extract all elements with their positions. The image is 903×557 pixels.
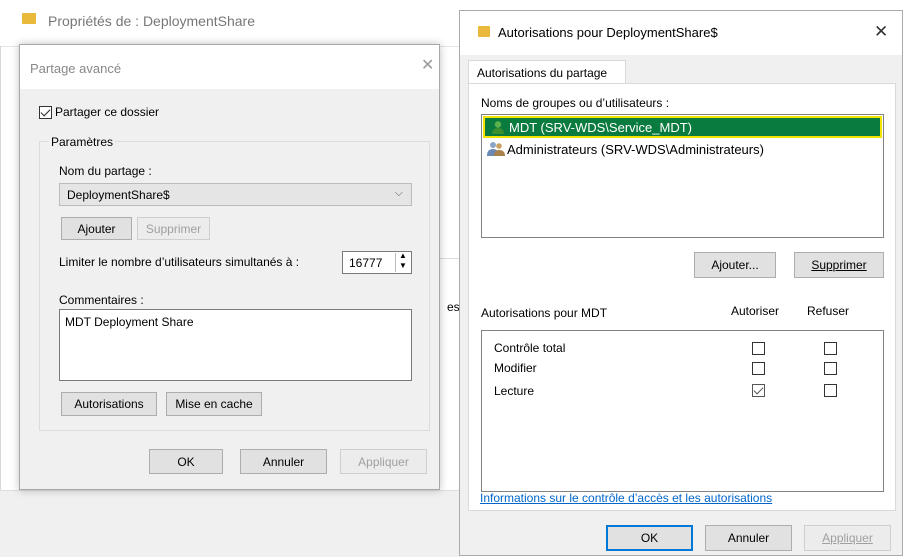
chevron-down-icon: ⌵ — [394, 187, 403, 199]
folder-icon — [478, 26, 490, 37]
bottom-area — [0, 490, 460, 557]
close-icon[interactable]: ✕ — [874, 22, 888, 42]
apply-button[interactable]: Appliquer — [804, 525, 891, 551]
deny-checkbox[interactable] — [824, 342, 837, 355]
advanced-share-dialog: Partage avancé ✕ Partager ce dossier Par… — [19, 44, 440, 490]
principal-name: Administrateurs (SRV-WDS\Administrateurs… — [507, 142, 764, 157]
cancel-button[interactable]: Annuler — [240, 449, 327, 474]
cancel-button[interactable]: Annuler — [705, 525, 792, 551]
access-control-info-link[interactable]: Informations sur le contrôle d’accès et … — [480, 491, 772, 505]
spinner-buttons[interactable]: ▲ ▼ — [395, 251, 410, 272]
tab-share-permissions[interactable]: Autorisations du partage — [468, 60, 626, 84]
group-icon — [487, 141, 505, 156]
add-share-button[interactable]: Ajouter — [61, 217, 132, 240]
permission-name: Lecture — [494, 384, 535, 398]
folder-icon — [22, 13, 36, 24]
deny-checkbox[interactable] — [824, 384, 837, 397]
principal-row[interactable]: Administrateurs (SRV-WDS\Administrateurs… — [483, 139, 882, 159]
remove-principal-button[interactable]: Supprimer — [794, 252, 884, 278]
caching-button[interactable]: Mise en cache — [166, 392, 262, 416]
spin-up-icon[interactable]: ▲ — [399, 251, 407, 260]
user-limit-value: 16777 — [349, 256, 383, 270]
permissions-list: Contrôle total Modifier Lecture — [481, 330, 884, 492]
permission-name: Contrôle total — [494, 341, 566, 355]
share-folder-label[interactable]: Partager ce dossier — [55, 105, 159, 119]
tab-label: Autorisations du partage — [477, 66, 608, 80]
deny-header: Refuser — [807, 304, 850, 318]
tab-panel: Noms de groupes ou d’utilisateurs : MDT … — [468, 83, 896, 511]
settings-group-label: Paramètres — [49, 135, 116, 149]
ok-button[interactable]: OK — [149, 449, 223, 474]
comments-textarea[interactable]: MDT Deployment Share — [59, 309, 412, 381]
comments-label: Commentaires : — [59, 293, 144, 307]
add-principal-button[interactable]: Ajouter... — [694, 252, 776, 278]
add-principal-label: Ajouter... — [711, 258, 759, 272]
window-left-border — [0, 46, 1, 556]
dialog-title: Partage avancé — [30, 61, 122, 76]
principal-row-selected[interactable]: MDT (SRV-WDS\Service_MDT) — [483, 116, 882, 138]
principals-list[interactable]: MDT (SRV-WDS\Service_MDT) Administrateur… — [481, 114, 884, 238]
share-folder-checkbox[interactable] — [39, 106, 52, 119]
user-limit-label: Limiter le nombre d’utilisateurs simulta… — [59, 255, 300, 269]
deny-checkbox[interactable] — [824, 362, 837, 375]
close-icon[interactable]: ✕ — [421, 55, 434, 75]
remove-share-button[interactable]: Supprimer — [137, 217, 210, 240]
permission-name: Modifier — [494, 361, 537, 375]
allow-checkbox[interactable] — [752, 384, 765, 397]
user-limit-spinbox[interactable]: 16777 ▲ ▼ — [342, 251, 412, 274]
obscured-text-fragment: es — [447, 300, 460, 314]
remove-principal-label: Supprimer — [811, 258, 867, 272]
groups-label: Noms de groupes ou d’utilisateurs : — [481, 96, 670, 110]
ok-button[interactable]: OK — [606, 525, 693, 551]
share-name-select[interactable]: DeploymentShare$ ⌵ — [59, 183, 412, 206]
apply-button[interactable]: Appliquer — [340, 449, 427, 474]
apply-label: Appliquer — [822, 531, 873, 545]
allow-header: Autoriser — [731, 304, 780, 318]
share-name-label: Nom du partage : — [59, 164, 152, 178]
user-icon — [491, 120, 505, 134]
permissions-dialog: Autorisations pour DeploymentShare$ ✕ Au… — [459, 10, 903, 556]
principal-name: MDT (SRV-WDS\Service_MDT) — [509, 120, 692, 135]
allow-checkbox[interactable] — [752, 342, 765, 355]
allow-checkbox[interactable] — [752, 362, 765, 375]
comments-value: MDT Deployment Share — [65, 315, 194, 329]
hidden-panel-divider — [440, 258, 460, 259]
perm-dialog-title: Autorisations pour DeploymentShare$ — [498, 25, 718, 40]
permissions-button[interactable]: Autorisations — [61, 392, 157, 416]
share-name-value: DeploymentShare$ — [67, 188, 170, 202]
window-title: Propriétés de : DeploymentShare — [48, 13, 255, 29]
permissions-for-label: Autorisations pour MDT — [481, 306, 608, 320]
spin-down-icon[interactable]: ▼ — [399, 261, 407, 270]
